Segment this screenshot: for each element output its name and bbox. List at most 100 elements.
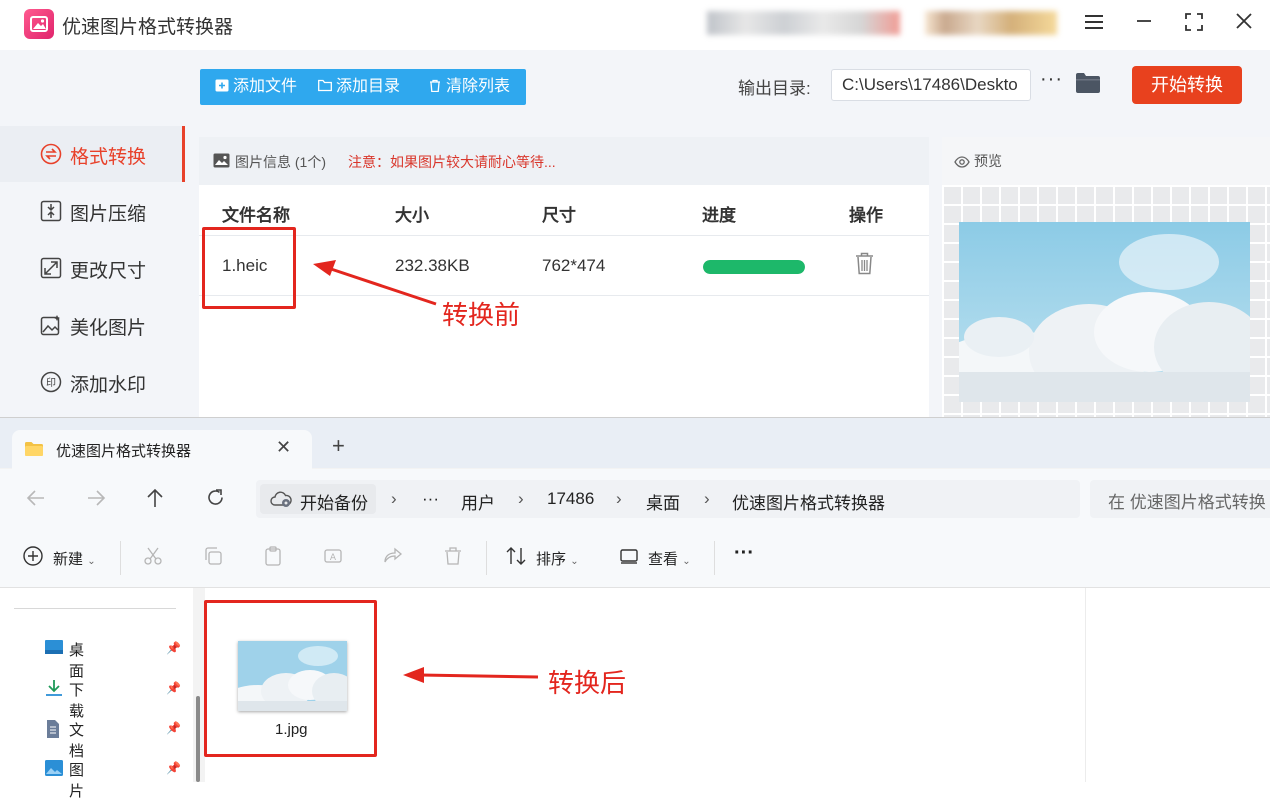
view-button-label: 查看 xyxy=(648,551,679,568)
column-header-progress: 进度 xyxy=(702,206,736,225)
breadcrumb-backup-label: 开始备份 xyxy=(300,494,368,513)
command-bar: 新建 ⌄ A 排序 ⌄ 查看 ⌄ ··· xyxy=(0,529,1270,588)
pin-icon[interactable]: 📌 xyxy=(166,681,181,695)
breadcrumb-separator: › xyxy=(616,489,622,508)
progress-fill xyxy=(703,260,805,274)
rename-icon[interactable]: A xyxy=(323,546,343,566)
add-folder-button[interactable]: 添加目录 xyxy=(318,69,400,105)
quick-access-label: 图片 xyxy=(69,762,85,800)
sort-button[interactable]: 排序 ⌄ xyxy=(536,548,579,569)
new-plus-icon xyxy=(23,546,43,566)
compress-icon xyxy=(40,200,62,222)
start-convert-button[interactable]: 开始转换 xyxy=(1132,66,1242,104)
pin-icon[interactable]: 📌 xyxy=(166,761,181,775)
cut-icon[interactable] xyxy=(143,546,163,566)
image-info-title-text: 图片信息 xyxy=(235,154,291,170)
view-button[interactable]: 查看 ⌄ xyxy=(648,548,691,569)
open-folder-icon[interactable] xyxy=(1075,72,1101,94)
sort-icon xyxy=(506,547,526,565)
maximize-icon[interactable] xyxy=(1182,12,1206,36)
image-count: (1个) xyxy=(294,154,327,170)
annotation-before-label: 转换前 xyxy=(442,300,521,330)
column-header-name: 文件名称 xyxy=(222,206,290,225)
search-input[interactable]: 在 优速图片格式转换 xyxy=(1090,480,1270,518)
view-icon xyxy=(620,549,638,564)
beautify-icon xyxy=(40,315,60,336)
trash-small-icon xyxy=(430,79,440,92)
explorer-tab-bar: 优速图片格式转换器 ✕ + xyxy=(0,418,1270,469)
annotation-after-label: 转换后 xyxy=(548,668,627,698)
preview-header: 预览 xyxy=(954,151,1002,171)
scrollbar-thumb[interactable] xyxy=(196,696,200,782)
preview-panel: 预览 xyxy=(942,137,1270,427)
sidebar-item-watermark[interactable]: 印 添加水印 xyxy=(0,354,185,410)
breadcrumb-separator: › xyxy=(704,489,710,508)
sidebar-item-resize[interactable]: 更改尺寸 xyxy=(0,240,185,296)
browse-more-button[interactable]: ··· xyxy=(1040,68,1063,91)
breadcrumb-item[interactable]: 桌面 xyxy=(646,489,680,514)
app-logo-icon xyxy=(24,9,54,39)
download-icon xyxy=(46,680,62,696)
more-options-button[interactable]: ··· xyxy=(734,542,754,565)
forward-arrow-icon[interactable] xyxy=(86,489,106,507)
breadcrumb-ellipsis[interactable]: ··· xyxy=(422,489,439,509)
hamburger-menu-icon[interactable] xyxy=(1082,12,1106,36)
new-tab-button[interactable]: + xyxy=(332,435,345,457)
breadcrumb[interactable]: 开始备份 › ··· 用户 › 17486 › 桌面 › 优速图片格式转换器 xyxy=(256,480,1080,518)
paste-icon[interactable] xyxy=(263,546,283,566)
output-dir-label: 输出目录: xyxy=(738,79,811,98)
sidebar-item-format-convert[interactable]: 格式转换 xyxy=(0,126,185,182)
close-icon[interactable] xyxy=(1232,12,1256,36)
column-header-action: 操作 xyxy=(849,206,883,225)
breadcrumb-item[interactable]: 17486 xyxy=(547,489,594,509)
pin-icon[interactable]: 📌 xyxy=(166,721,181,735)
toolbar: 添加文件 添加目录 清除列表 输出目录: C:\Users\17486\Desk… xyxy=(185,50,1270,124)
preview-title: 预览 xyxy=(974,153,1002,169)
clear-list-label: 清除列表 xyxy=(446,78,511,95)
sidebar-item-label: 更改尺寸 xyxy=(70,261,147,282)
address-bar: 开始备份 › ··· 用户 › 17486 › 桌面 › 优速图片格式转换器 在… xyxy=(0,469,1270,529)
new-button-label: 新建 xyxy=(53,551,84,568)
resize-icon xyxy=(40,257,62,279)
sort-button-label: 排序 xyxy=(536,551,567,568)
tab-close-icon[interactable]: ✕ xyxy=(276,437,291,458)
delete-icon[interactable] xyxy=(443,546,463,566)
sidebar-item-label: 添加水印 xyxy=(70,375,147,396)
quick-access-label: 下载 xyxy=(69,682,85,720)
explorer-tab[interactable]: 优速图片格式转换器 ✕ xyxy=(12,430,312,469)
pin-icon[interactable]: 📌 xyxy=(166,641,181,655)
breadcrumb-item[interactable]: 用户 xyxy=(461,489,495,514)
output-dir-field[interactable]: C:\Users\17486\Deskto xyxy=(831,69,1031,101)
copy-icon[interactable] xyxy=(203,546,223,566)
add-file-button[interactable]: 添加文件 xyxy=(215,69,297,105)
preview-image xyxy=(959,222,1250,402)
sidebar-item-beautify[interactable]: 美化图片 xyxy=(0,297,185,353)
column-header-dimensions: 尺寸 xyxy=(542,206,576,225)
minimize-icon[interactable] xyxy=(1132,12,1156,36)
app-title: 优速图片格式转换器 xyxy=(62,17,234,38)
new-button[interactable]: 新建 ⌄ xyxy=(53,548,96,569)
quick-access-label: 桌面 xyxy=(69,642,85,680)
file-list-header: 图片信息 (1个) 注意：如果图片较大请耐心等待... xyxy=(199,137,929,185)
document-icon xyxy=(47,720,59,738)
breadcrumb-item[interactable]: 优速图片格式转换器 xyxy=(732,489,885,514)
refresh-icon[interactable] xyxy=(206,488,225,507)
divider xyxy=(199,235,929,236)
delete-trash-icon[interactable] xyxy=(855,252,874,275)
breadcrumb-backup[interactable]: 开始备份 xyxy=(260,484,376,514)
up-arrow-icon[interactable] xyxy=(146,488,164,508)
share-icon[interactable] xyxy=(383,546,403,566)
back-arrow-icon[interactable] xyxy=(26,489,46,507)
add-file-icon xyxy=(215,79,229,92)
image-info-icon xyxy=(213,153,230,168)
divider xyxy=(14,608,176,609)
file-explorer-window: 优速图片格式转换器 ✕ + 开始备份 › ··· 用户 › 17486 › 桌面… xyxy=(0,417,1270,800)
divider xyxy=(714,541,715,575)
sidebar-item-compress[interactable]: 图片压缩 xyxy=(0,183,185,239)
file-button-group: 添加文件 添加目录 清除列表 xyxy=(200,69,526,105)
sidebar-item-label: 图片压缩 xyxy=(70,204,147,225)
svg-text:A: A xyxy=(330,553,337,563)
clear-list-button[interactable]: 清除列表 xyxy=(428,69,510,105)
details-pane xyxy=(1085,588,1270,782)
file-dimensions-cell: 762*474 xyxy=(542,256,606,275)
